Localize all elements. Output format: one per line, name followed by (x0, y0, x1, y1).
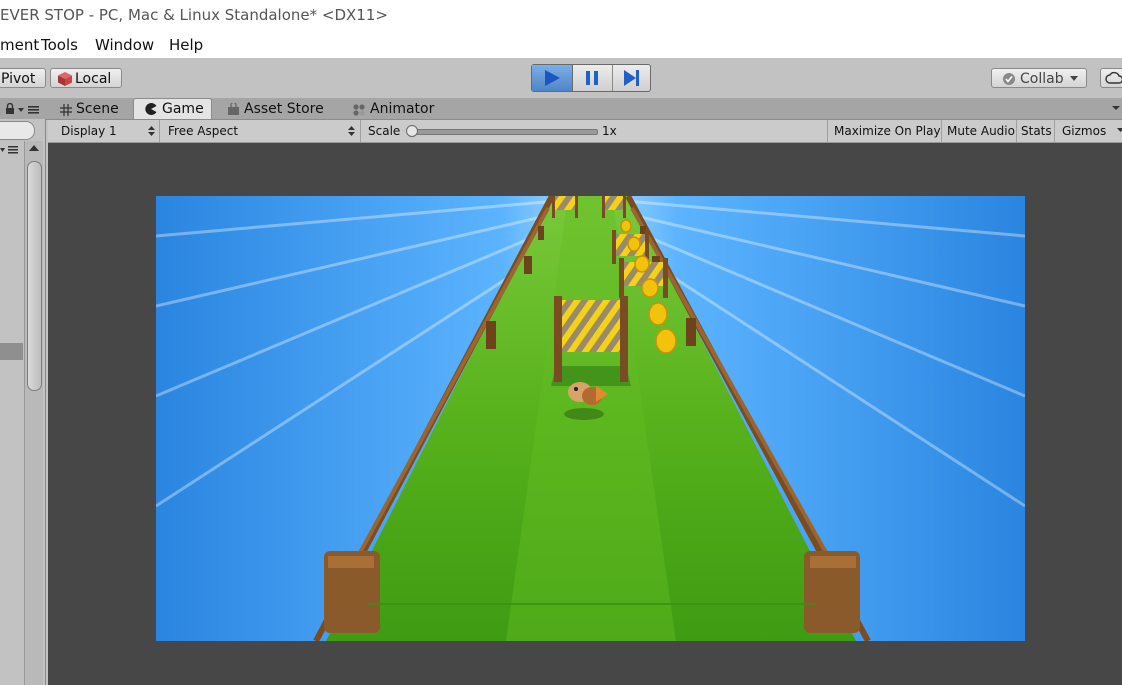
menu-item-component[interactable]: ment (0, 36, 39, 54)
scale-value: 1x (602, 124, 617, 138)
pivot-label: Pivot (1, 71, 36, 87)
create-menu-icon[interactable] (0, 145, 20, 155)
game-viewport[interactable] (156, 196, 1025, 641)
gizmos-label: Gizmos (1062, 124, 1107, 138)
playback-controls (531, 64, 651, 92)
tab-animator[interactable]: Animator (351, 100, 451, 119)
search-input[interactable] (0, 121, 35, 140)
cloud-button[interactable] (1100, 68, 1122, 88)
collab-label: Collab (1020, 71, 1064, 87)
aspect-dropdown[interactable]: Free Aspect (161, 120, 361, 142)
scroll-up-icon[interactable] (29, 145, 39, 152)
tab-scene[interactable]: Scene (57, 100, 133, 119)
chevron-down-icon (1117, 128, 1122, 132)
aspect-value: Free Aspect (168, 124, 239, 138)
maximize-on-play-label: Maximize On Play (834, 124, 941, 138)
play-button[interactable] (532, 65, 573, 91)
play-icon (545, 70, 560, 86)
mute-audio-toggle[interactable]: Mute Audio (941, 120, 1016, 142)
pivot-toggle[interactable]: Pivot (0, 68, 46, 88)
chevron-down-icon (1070, 76, 1078, 81)
grid-icon (60, 104, 72, 116)
local-toggle[interactable]: Local (50, 68, 122, 88)
step-button[interactable] (612, 65, 650, 91)
view-tab-bar: Scene Game Asset Store Animator (0, 98, 1122, 120)
title-bar: EVER STOP - PC, Mac & Linux Standalone* … (0, 0, 1122, 32)
animator-icon (353, 104, 365, 116)
tab-game-label: Game (162, 101, 204, 117)
gizmos-dropdown[interactable]: Gizmos (1054, 120, 1122, 142)
selected-row[interactable] (0, 343, 23, 360)
menu-item-window[interactable]: Window (95, 36, 154, 54)
scale-label: Scale (368, 124, 401, 138)
barrier-near (551, 296, 631, 386)
main-toolbar: Pivot Local Collab (0, 58, 1122, 99)
updown-arrows-icon (148, 126, 155, 136)
lock-menu-icon[interactable] (5, 103, 41, 115)
step-icon (624, 70, 639, 86)
game-view-toolbar: Display 1 Free Aspect Scale 1x Maximize … (48, 120, 1122, 143)
local-label: Local (75, 71, 112, 87)
tab-scene-label: Scene (76, 101, 119, 117)
game-scene (156, 196, 1025, 641)
tab-asset-store-label: Asset Store (244, 101, 324, 117)
pause-icon (586, 71, 598, 85)
scrollbar[interactable] (24, 141, 43, 685)
cloud-icon (1105, 71, 1122, 84)
menu-item-help[interactable]: Help (169, 36, 203, 54)
scale-slider-thumb[interactable] (406, 125, 418, 137)
game-view (48, 143, 1122, 685)
scroll-thumb[interactable] (27, 161, 42, 391)
scale-slider-track[interactable] (410, 129, 598, 135)
hierarchy-panel (0, 119, 46, 685)
tab-menu-icon[interactable] (1112, 106, 1122, 112)
pacman-icon (145, 103, 157, 115)
display-value: Display 1 (61, 124, 117, 138)
stats-label: Stats (1021, 124, 1052, 138)
tab-asset-store[interactable]: Asset Store (226, 100, 336, 119)
stats-toggle[interactable]: Stats (1016, 120, 1054, 142)
window-title: EVER STOP - PC, Mac & Linux Standalone* … (0, 6, 388, 24)
tab-game[interactable]: Game (133, 98, 212, 119)
collab-button[interactable]: Collab (991, 68, 1087, 88)
pause-button[interactable] (572, 65, 613, 91)
maximize-on-play-toggle[interactable]: Maximize On Play (827, 120, 941, 142)
menu-item-tools[interactable]: Tools (41, 36, 78, 54)
updown-arrows-icon (348, 126, 355, 136)
mute-audio-label: Mute Audio (947, 124, 1015, 138)
check-circle-icon (1003, 73, 1015, 85)
menu-bar: ment Tools Window Help (0, 32, 1122, 59)
tab-animator-label: Animator (370, 101, 435, 117)
display-dropdown[interactable]: Display 1 (54, 120, 160, 142)
bag-icon (228, 103, 239, 115)
cube-icon (58, 72, 72, 86)
